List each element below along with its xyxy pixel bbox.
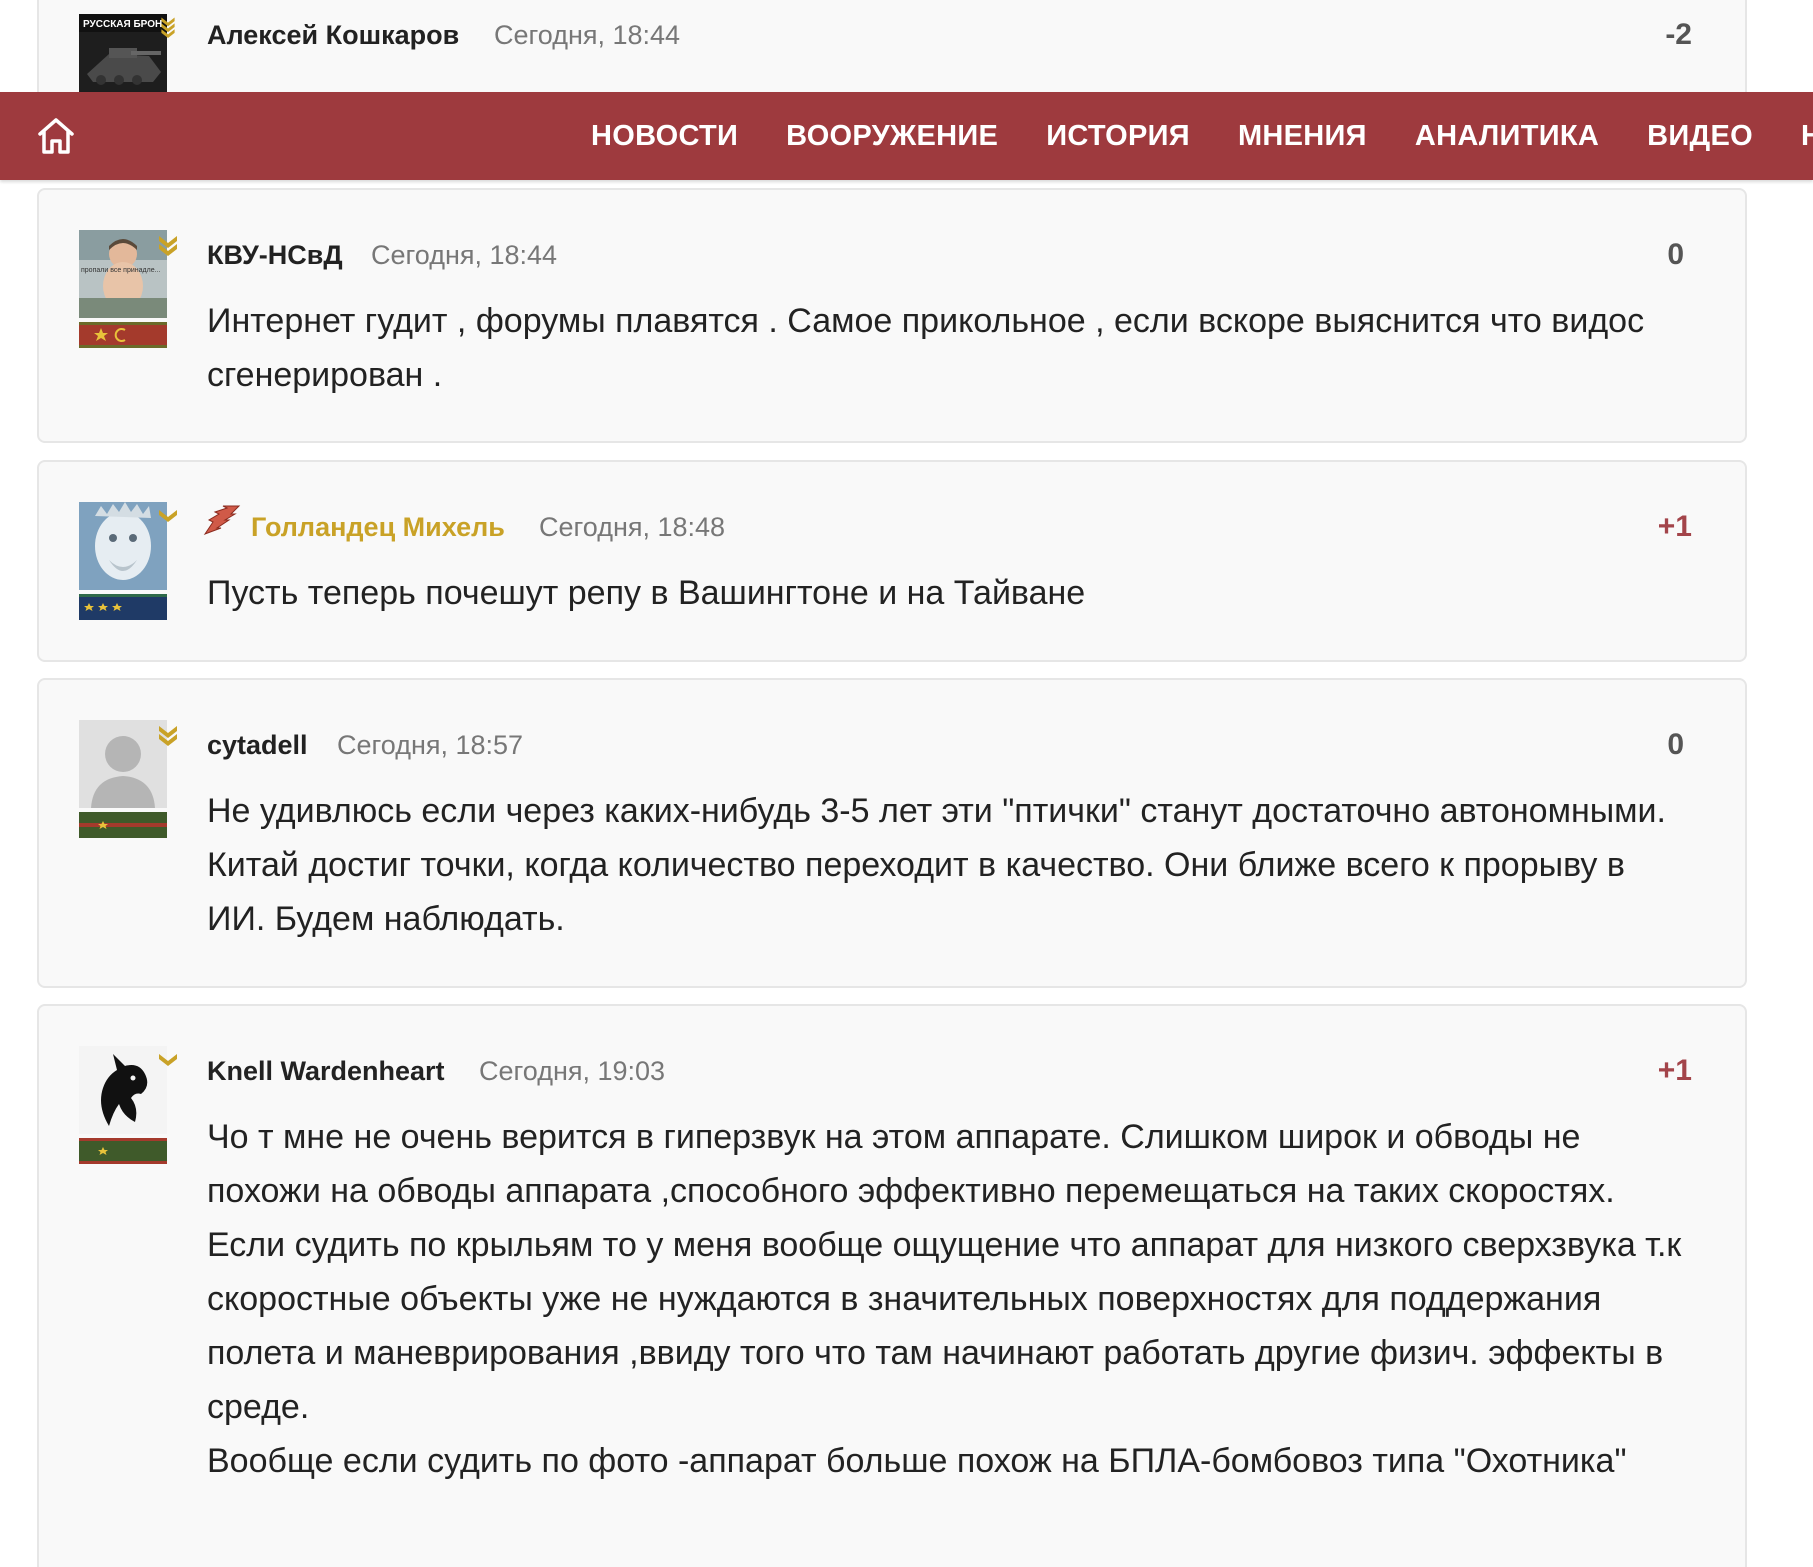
comment-card: Knell Wardenheart Сегодня, 19:03 +1 Чо т…	[37, 1004, 1747, 1567]
comment-time[interactable]: Сегодня, 18:57	[337, 730, 523, 761]
comment-card: Голландец Михель Сегодня, 18:48 +1 Пусть…	[37, 460, 1747, 662]
comment-author[interactable]: Алексей Кошкаров	[207, 20, 459, 51]
avatar[interactable]	[79, 720, 167, 808]
comment-score: +1	[1657, 510, 1692, 543]
rank-chevron-icon	[159, 1054, 177, 1066]
comment-text: Чо т мне не очень верится в гиперзвук на…	[207, 1118, 1682, 1480]
comment-text: Пусть теперь почешут репу в Вашингтоне и…	[207, 574, 1086, 612]
comments-page: РУССКАЯ БРОН Алексей Кошкаров Сегодня, 1…	[0, 0, 1813, 1567]
comment-score: +1	[1657, 1054, 1692, 1087]
rank-chevron-icon	[159, 726, 177, 746]
nav-item-video[interactable]: ВИДЕО	[1647, 120, 1753, 153]
avatar-label: пропали все принадле...	[81, 267, 160, 274]
avatar[interactable]: РУССКАЯ БРОН	[79, 14, 167, 102]
comment-time[interactable]: Сегодня, 18:44	[371, 240, 557, 271]
comment-card: cytadell Сегодня, 18:57 0 Не удивлюсь ес…	[37, 678, 1747, 988]
comment-text: Интернет гудит , форумы плавятся . Самое…	[207, 302, 1654, 394]
avatar[interactable]	[79, 502, 167, 590]
nav-item-weapons[interactable]: ВООРУЖЕНИЕ	[786, 120, 998, 153]
comment-time[interactable]: Сегодня, 18:48	[539, 512, 725, 543]
comment-card: пропали все принадле... КВУ-НСвД Сегодня…	[37, 188, 1747, 443]
home-icon[interactable]	[34, 114, 78, 158]
comment-author[interactable]: Knell Wardenheart	[207, 1056, 445, 1087]
rank-badge-icon	[79, 1138, 167, 1164]
main-navbar: НОВОСТИ ВООРУЖЕНИЕ ИСТОРИЯ МНЕНИЯ АНАЛИТ…	[0, 92, 1813, 180]
nav-item-opinions[interactable]: МНЕНИЯ	[1238, 120, 1367, 153]
comment-author[interactable]: cytadell	[207, 730, 308, 761]
rank-badge-icon	[79, 594, 167, 620]
nav-item-news[interactable]: НОВОСТИ	[591, 120, 738, 153]
rank-chevron-icon	[159, 510, 177, 522]
nav-item-more[interactable]: НОВ	[1801, 120, 1813, 153]
avatar-label: РУССКАЯ БРОН	[83, 19, 162, 30]
avatar[interactable]: пропали все принадле...	[79, 230, 167, 318]
comment-author[interactable]: Голландец Михель	[251, 512, 505, 543]
comment-text: Не удивлюсь если через каких-нибудь 3-5 …	[207, 792, 1676, 938]
premium-wing-icon	[203, 505, 241, 536]
rank-badge-icon	[79, 812, 167, 838]
nav-menu: НОВОСТИ ВООРУЖЕНИЕ ИСТОРИЯ МНЕНИЯ АНАЛИТ…	[591, 92, 1813, 180]
comment-score: 0	[1667, 728, 1684, 761]
rank-chevron-icon	[161, 17, 175, 38]
comment-score: 0	[1667, 238, 1684, 271]
comment-score: -2	[1665, 18, 1692, 51]
comment-time[interactable]: Сегодня, 18:44	[494, 20, 680, 51]
comment-author[interactable]: КВУ-НСвД	[207, 240, 343, 271]
nav-item-analytics[interactable]: АНАЛИТИКА	[1415, 120, 1599, 153]
rank-badge-icon	[79, 322, 167, 348]
rank-chevron-icon	[159, 236, 177, 256]
comment-time[interactable]: Сегодня, 19:03	[479, 1056, 665, 1087]
nav-item-history[interactable]: ИСТОРИЯ	[1046, 120, 1190, 153]
avatar[interactable]	[79, 1046, 167, 1134]
